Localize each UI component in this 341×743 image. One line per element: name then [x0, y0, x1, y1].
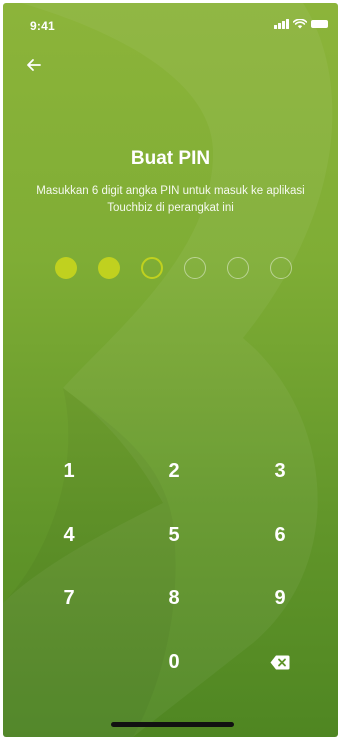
key-1[interactable]: 1 [29, 447, 109, 495]
key-0[interactable]: 0 [134, 638, 214, 686]
key-3[interactable]: 3 [240, 447, 320, 495]
pin-dot-empty [270, 257, 292, 279]
delete-button[interactable] [240, 638, 320, 686]
back-button[interactable] [23, 54, 45, 76]
page-subtitle: Masukkan 6 digit angka PIN untuk masuk k… [36, 185, 305, 214]
pin-dot-empty [184, 257, 206, 279]
pin-dot-filled [98, 257, 120, 279]
key-4[interactable]: 4 [29, 511, 109, 559]
key-5[interactable]: 5 [134, 511, 214, 559]
arrow-left-icon [27, 59, 41, 71]
backspace-icon [270, 655, 290, 669]
page-title: Buat PIN [130, 148, 211, 169]
battery-icon [311, 20, 328, 28]
key-6[interactable]: 6 [240, 511, 320, 559]
status-time: 9:41 [30, 19, 55, 33]
status-bar: 9:41 [3, 3, 338, 43]
key-8[interactable]: 8 [134, 574, 214, 622]
key-2[interactable]: 2 [134, 447, 214, 495]
signal-icon [274, 19, 289, 29]
pin-dot-filled [55, 257, 77, 279]
status-icons [274, 19, 328, 29]
home-indicator [111, 722, 234, 727]
pin-indicator [55, 257, 292, 279]
key-9[interactable]: 9 [240, 574, 320, 622]
key-7[interactable]: 7 [29, 574, 109, 622]
pin-setup-screen: 9:41 Buat PIN Masukkan 6 digit angka PIN… [3, 3, 338, 737]
wifi-icon [293, 19, 307, 29]
background-logo-shape [3, 3, 333, 737]
pin-dot-empty [227, 257, 249, 279]
pin-dot-active [141, 257, 163, 279]
